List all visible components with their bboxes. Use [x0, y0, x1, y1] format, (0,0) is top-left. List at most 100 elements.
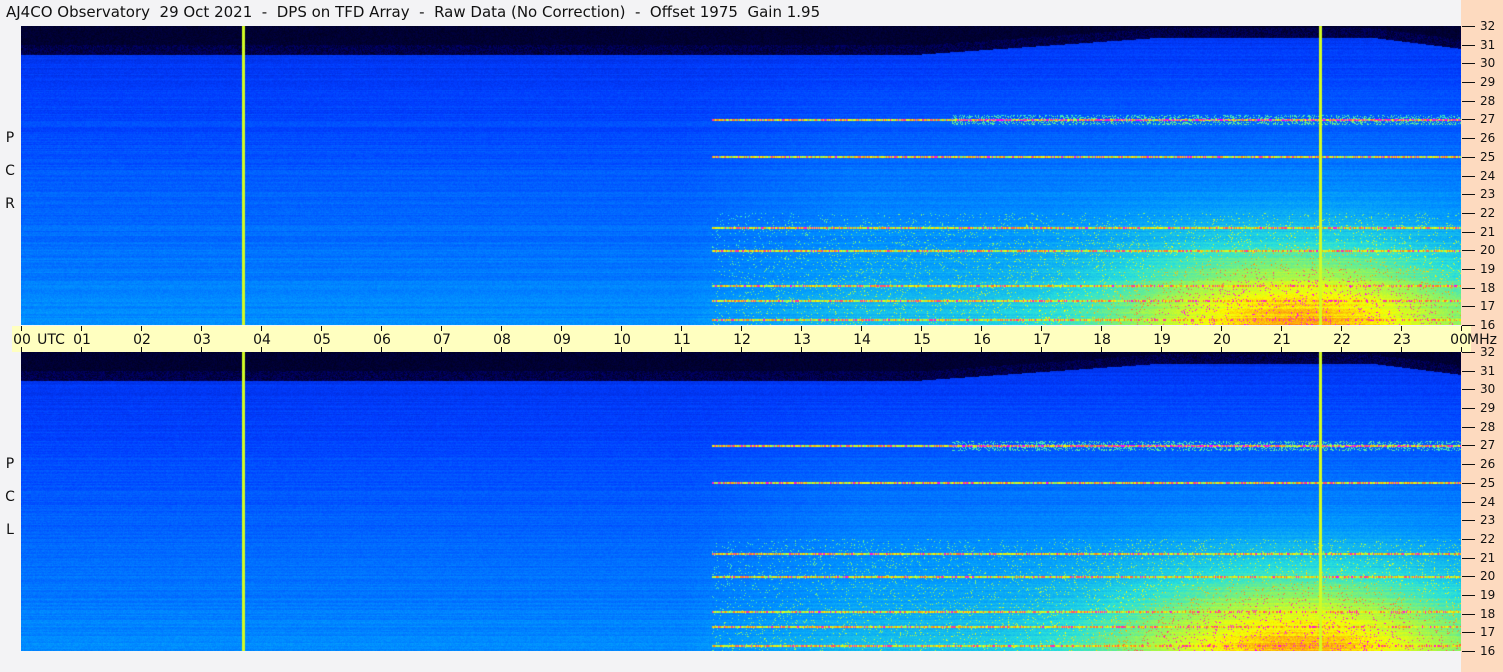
y-tick-label: 27 — [1480, 438, 1496, 453]
panel-letter: L — [6, 522, 14, 538]
y-tick — [1462, 445, 1475, 446]
y-tick-label: 29 — [1480, 75, 1496, 90]
y-tick-label: 22 — [1480, 531, 1496, 546]
x-tick — [1461, 326, 1462, 331]
x-tick — [321, 326, 322, 331]
y-tick — [1462, 82, 1475, 83]
x-tick-label: 07 — [433, 332, 451, 348]
x-tick — [981, 326, 982, 331]
y-tick-label: 18 — [1480, 606, 1496, 621]
y-tick — [1462, 651, 1475, 652]
panel-letter: C — [5, 489, 15, 505]
y-tick-label: 26 — [1480, 457, 1496, 472]
x-tick-label: 21 — [1273, 332, 1291, 348]
y-tick — [1462, 325, 1475, 326]
x-tick-label: 18 — [1093, 332, 1111, 348]
x-tick-label: 12 — [733, 332, 751, 348]
y-tick — [1462, 483, 1475, 484]
y-tick-label: 32 — [1480, 345, 1496, 359]
x-tick-label: 03 — [193, 332, 211, 348]
y-tick — [1462, 250, 1475, 251]
y-tick-label: 31 — [1480, 37, 1496, 52]
x-tick-label: 15 — [913, 332, 931, 348]
y-tick — [1462, 614, 1475, 615]
y-tick-label: 30 — [1480, 382, 1496, 397]
x-tick — [1041, 326, 1042, 331]
x-tick — [1101, 326, 1102, 331]
x-tick — [1161, 326, 1162, 331]
x-tick — [261, 326, 262, 331]
x-tick-label: 06 — [373, 332, 391, 348]
x-tick — [561, 326, 562, 331]
x-tick — [81, 326, 82, 331]
panel-label-rcp: P C R — [3, 130, 17, 229]
y-tick — [1462, 464, 1475, 465]
x-tick — [1341, 326, 1342, 331]
y-tick — [1462, 539, 1475, 540]
x-tick-label: 19 — [1153, 332, 1171, 348]
y-tick-label: 24 — [1480, 168, 1496, 183]
y-tick-label: 28 — [1480, 93, 1496, 108]
y-tick-label: 27 — [1480, 112, 1496, 127]
x-tick — [681, 326, 682, 331]
x-axis-label: UTC — [37, 332, 65, 348]
spectrogram-rcp — [21, 26, 1461, 325]
x-tick-label: 20 — [1213, 332, 1231, 348]
x-tick — [741, 326, 742, 331]
y-tick — [1462, 389, 1475, 390]
y-tick — [1462, 288, 1475, 289]
y-tick — [1462, 576, 1475, 577]
x-tick-label: 09 — [553, 332, 571, 348]
y-tick — [1462, 213, 1475, 214]
x-tick — [501, 326, 502, 331]
x-tick-label: 04 — [253, 332, 271, 348]
y-tick — [1462, 408, 1475, 409]
y-tick — [1462, 45, 1475, 46]
x-tick — [441, 326, 442, 331]
x-tick-label: 11 — [673, 332, 691, 348]
x-tick-label: 05 — [313, 332, 331, 348]
panel-letter: C — [5, 163, 15, 179]
x-tick — [1401, 326, 1402, 331]
x-tick — [801, 326, 802, 331]
x-tick-label: 13 — [793, 332, 811, 348]
y-tick-label: 16 — [1480, 644, 1496, 658]
y-tick — [1462, 26, 1475, 27]
panel-label-lcp: P C L — [3, 456, 17, 555]
y-tick — [1462, 119, 1475, 120]
y-tick-label: 28 — [1480, 419, 1496, 434]
x-tick-label: 23 — [1393, 332, 1411, 348]
y-tick-label: 21 — [1480, 550, 1496, 565]
y-tick — [1462, 520, 1475, 521]
y-tick-label: 17 — [1480, 625, 1496, 640]
chart-title: AJ4CO Observatory 29 Oct 2021 - DPS on T… — [6, 3, 821, 21]
y-tick — [1462, 157, 1475, 158]
x-tick-label: 01 — [73, 332, 91, 348]
y-tick — [1462, 306, 1475, 307]
panel-letter: P — [5, 456, 15, 472]
x-tick — [1221, 326, 1222, 331]
y-tick-label: 31 — [1480, 363, 1496, 378]
y-tick — [1462, 558, 1475, 559]
y-tick-label: 19 — [1480, 261, 1496, 276]
y-tick-label: 18 — [1480, 280, 1496, 295]
y-tick-label: 30 — [1480, 56, 1496, 71]
y-tick — [1462, 502, 1475, 503]
x-tick — [21, 326, 22, 331]
x-tick — [1281, 326, 1282, 331]
y-tick — [1462, 63, 1475, 64]
y-tick — [1462, 632, 1475, 633]
y-tick — [1462, 427, 1475, 428]
y-tick-label: 20 — [1480, 569, 1496, 584]
y-tick-label: 16 — [1480, 318, 1496, 332]
y-tick-label: 32 — [1480, 19, 1496, 33]
y-tick — [1462, 371, 1475, 372]
x-tick — [141, 326, 142, 331]
y-tick-label: 24 — [1480, 494, 1496, 509]
y-tick — [1462, 269, 1475, 270]
y-tick-label: 25 — [1480, 475, 1496, 490]
y-tick — [1462, 232, 1475, 233]
x-tick — [861, 326, 862, 331]
y-tick — [1462, 101, 1475, 102]
y-tick — [1462, 595, 1475, 596]
